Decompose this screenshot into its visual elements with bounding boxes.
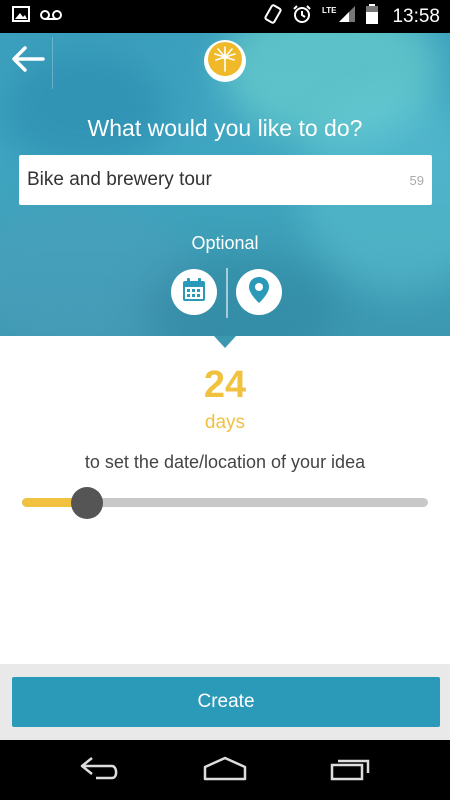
optional-label: Optional [191,233,259,253]
nav-back-button[interactable] [70,752,130,788]
character-counter: 59 [409,172,424,188]
location-pin-icon [248,276,270,309]
system-nav-bar [0,740,450,800]
create-button[interactable]: Create [12,677,440,727]
days-unit: days [204,412,246,433]
status-bar: LTE 13:58 [0,0,450,33]
home-nav-icon [201,755,249,786]
network-type: LTE [321,6,337,15]
clock: 13:58 [392,5,440,27]
nav-recents-button[interactable] [320,752,380,788]
image-icon [12,6,30,27]
countdown-panel: 24 days to set the date/location of your… [0,336,450,664]
countdown-description: to set the date/location of your idea [84,452,366,472]
arrow-left-icon [11,45,45,78]
divider [52,37,53,89]
idea-input[interactable] [27,169,404,191]
slider-thumb[interactable] [70,487,103,519]
pointer-arrow [214,336,236,348]
calendar-icon [181,277,207,308]
set-location-button[interactable] [236,269,282,315]
nav-home-button[interactable] [195,752,255,788]
app-logo [204,40,246,82]
divider [226,268,228,318]
action-bar: Create [0,664,450,740]
dandelion-icon [207,41,243,82]
back-nav-icon [78,755,122,786]
recents-nav-icon [328,755,372,786]
prompt-heading: What would you like to do? [87,115,363,141]
idea-header: What would you like to do? 59 Optional [0,33,450,336]
set-date-button[interactable] [171,269,217,315]
rotate-icon [264,4,282,29]
voicemail-icon [40,8,62,26]
battery-icon [366,4,379,29]
status-right: LTE 13:58 [264,4,440,29]
days-count: 24 [203,364,247,406]
back-button[interactable] [8,41,48,81]
signal-icon [338,5,356,28]
days-slider[interactable] [22,486,428,522]
idea-field[interactable]: 59 [19,155,432,205]
alarm-icon [292,4,312,29]
status-left [12,6,62,27]
